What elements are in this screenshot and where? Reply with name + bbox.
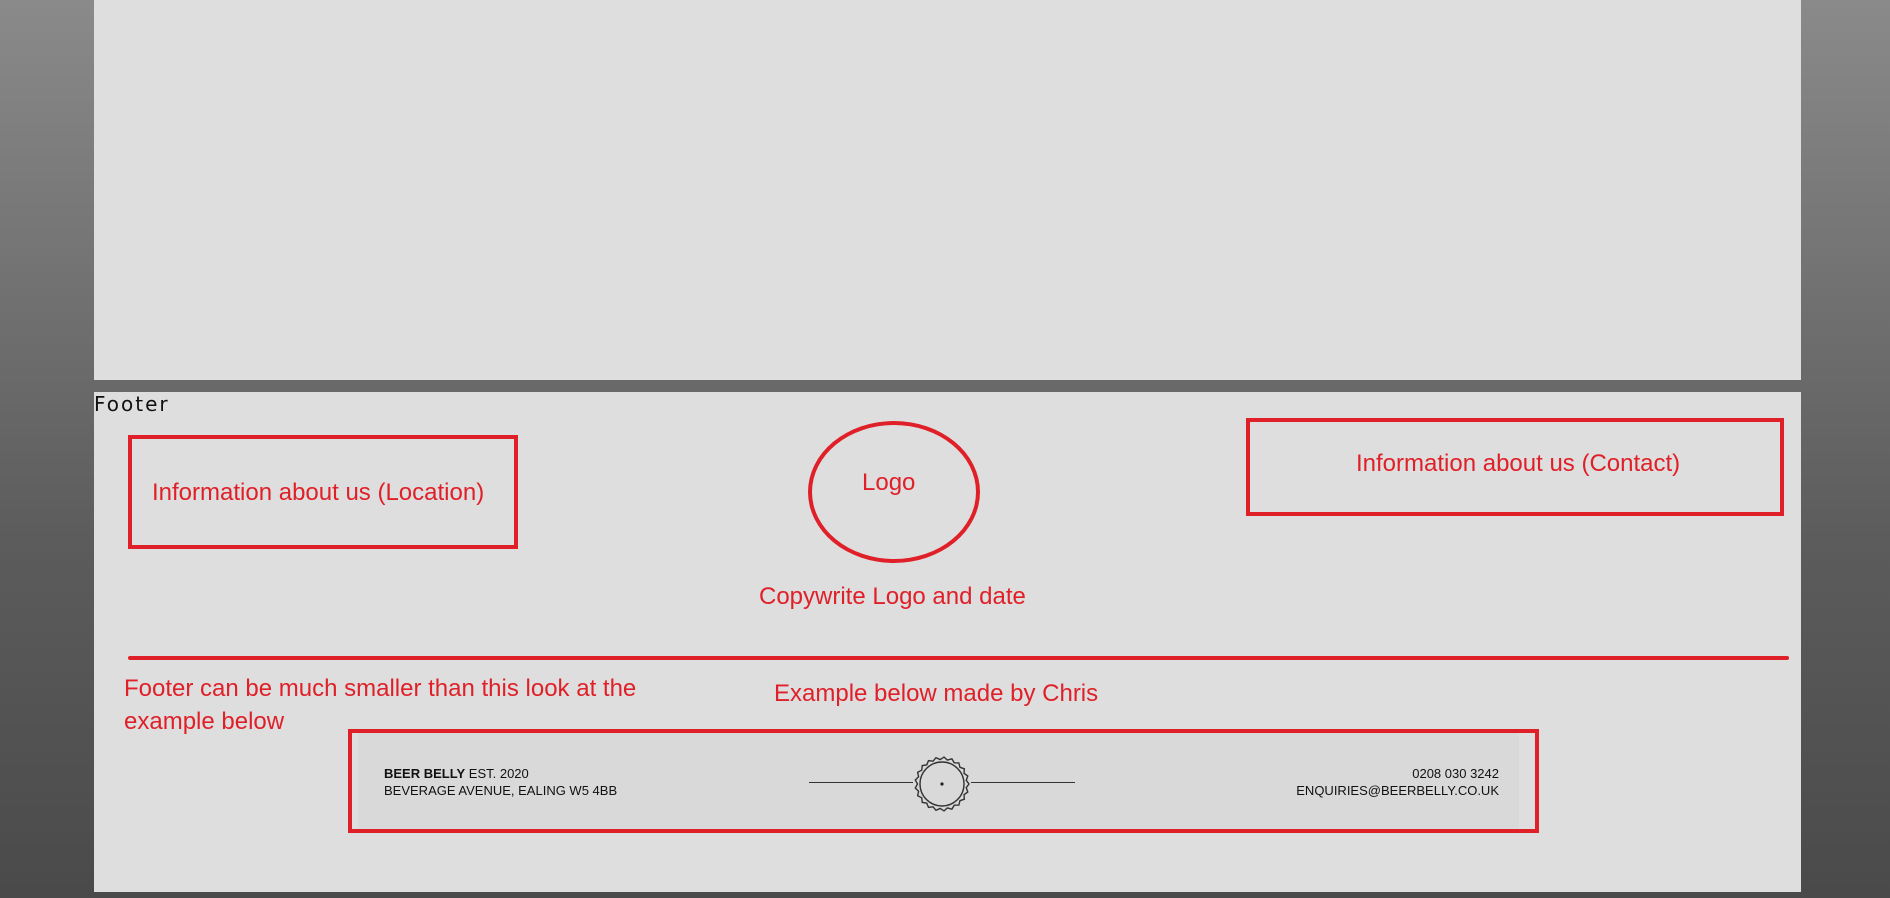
logo-placeholder: Logo [808,421,980,563]
location-info-label: Information about us (Location) [152,479,485,506]
example-footer-box: BEER BELLY EST. 2020 BEVERAGE AVENUE, EA… [348,729,1539,833]
example-credit-note: Example below made by Chris [774,680,1099,707]
example-rule-right [971,782,1075,783]
example-est: EST. 2020 [465,766,529,781]
example-location: BEER BELLY EST. 2020 BEVERAGE AVENUE, EA… [384,765,617,799]
contact-info-box: Information about us (Contact) [1246,418,1784,516]
footer-section-label: Footer [94,392,170,416]
example-email: ENQUIRIES@BEERBELLY.CO.UK [1296,783,1499,798]
example-address: BEVERAGE AVENUE, EALING W5 4BB [384,783,618,798]
example-rule-left [809,782,913,783]
example-contact: 0208 030 3242 ENQUIRIES@BEERBELLY.CO.UK [1296,765,1499,799]
logo-label: Logo [862,469,916,496]
red-divider-line [128,656,1789,660]
example-footer: BEER BELLY EST. 2020 BEVERAGE AVENUE, EA… [358,733,1519,829]
copyright-label: Copywrite Logo and date [759,583,1026,610]
example-brand: BEER BELLY [384,766,466,781]
example-brand-line: BEER BELLY EST. 2020 [384,765,617,782]
bottle-cap-icon [914,756,970,812]
footer-wireframe: Footer Information about us (Location) L… [94,392,1801,892]
content-area-placeholder [94,0,1801,380]
location-info-box: Information about us (Location) [128,435,518,549]
example-phone: 0208 030 3242 [1412,766,1499,781]
contact-info-label: Information about us (Contact) [1356,450,1681,477]
